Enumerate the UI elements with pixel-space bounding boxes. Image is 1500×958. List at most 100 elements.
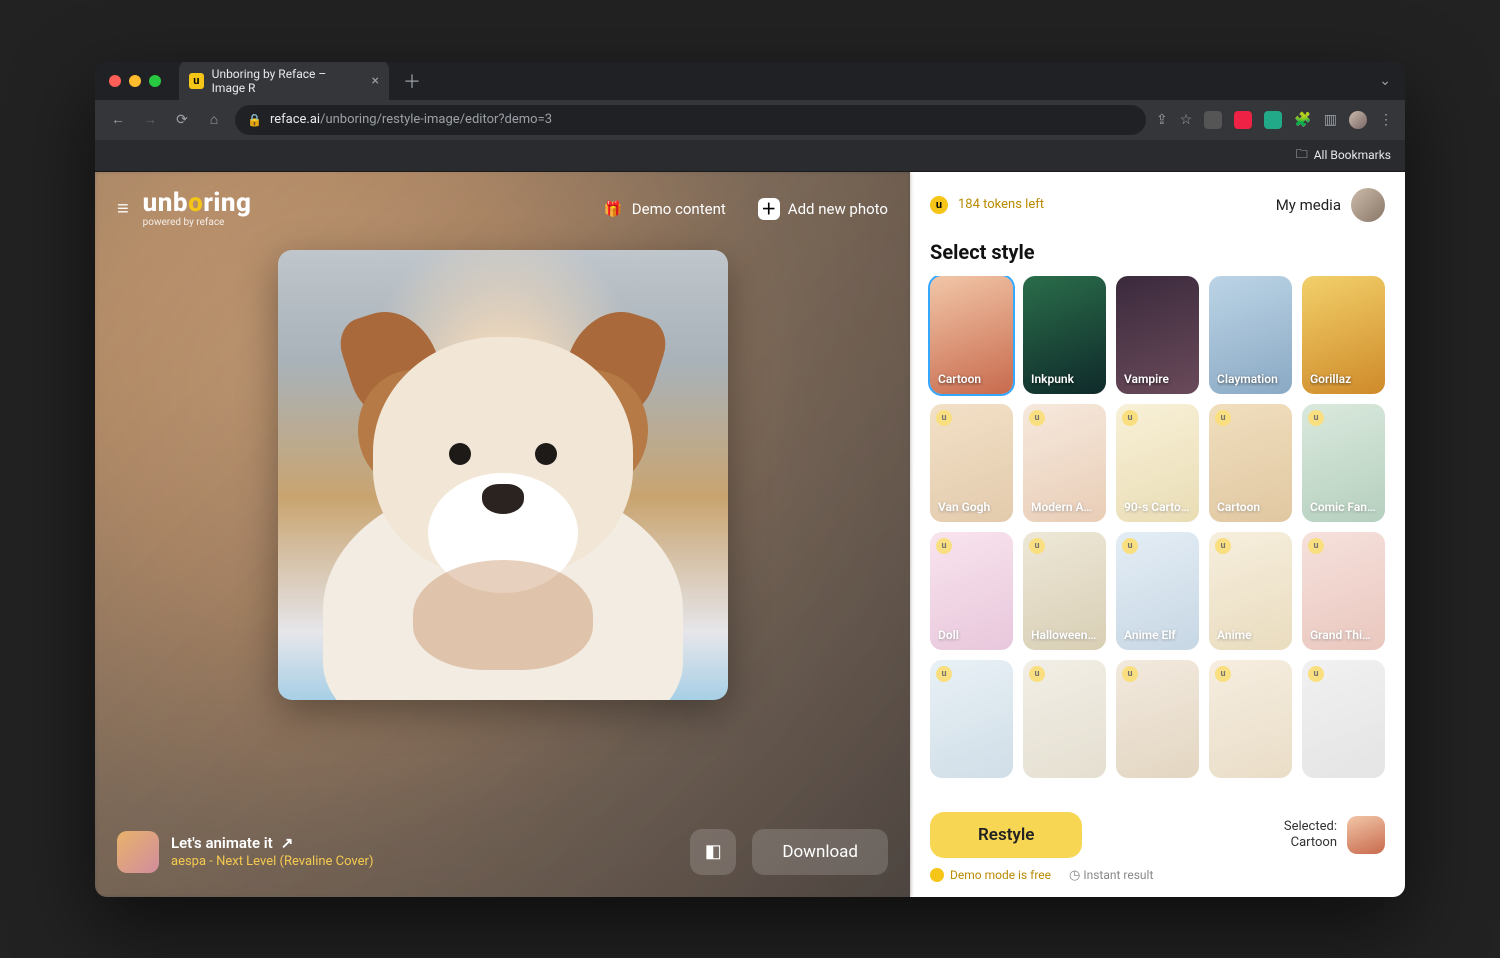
style-panel: u 184 tokens left My media Select style … <box>910 172 1405 897</box>
tokens-left[interactable]: 184 tokens left <box>958 197 1044 212</box>
style-label: Gorillaz <box>1310 372 1377 386</box>
address-bar[interactable]: 🔒 reface.ai/unboring/restyle-image/edito… <box>235 105 1146 135</box>
style-label: Cartoon <box>938 372 1005 386</box>
coin-badge-icon: u <box>936 410 952 426</box>
bookmarks-bar: 🗀 All Bookmarks <box>95 140 1405 172</box>
minimize-window-button[interactable] <box>129 75 141 87</box>
home-button[interactable]: ⌂ <box>203 111 225 128</box>
coin-badge-icon: u <box>936 666 952 682</box>
user-avatar[interactable] <box>1351 188 1385 222</box>
style-tile[interactable]: u <box>930 660 1013 778</box>
coin-badge-icon: u <box>1029 410 1045 426</box>
style-label: Vampire <box>1124 372 1191 386</box>
coin-icon <box>930 868 944 882</box>
style-label: Doll <box>938 628 1005 642</box>
style-tile[interactable]: u Doll <box>930 532 1013 650</box>
animate-card[interactable]: Let's animate it ↗ aespa - Next Level (R… <box>117 831 373 873</box>
style-tile[interactable]: uAnime Elf <box>1116 532 1199 650</box>
animate-title: Let's animate it <box>171 834 273 852</box>
token-icon: u <box>930 196 948 214</box>
editor-panel: ≡ unboring powered by reface 🎁 Demo cont… <box>95 172 910 897</box>
style-tile[interactable]: uCartoon <box>1209 404 1292 522</box>
menu-kebab-icon[interactable]: ⋮ <box>1379 112 1393 128</box>
arrow-up-right-icon: ↗ <box>281 834 294 852</box>
sidepanel-icon[interactable]: ▥ <box>1324 112 1337 128</box>
coin-badge-icon: u <box>1308 666 1324 682</box>
selected-thumb <box>1347 816 1385 854</box>
animate-track: aespa - Next Level (Revaline Cover) <box>171 854 373 869</box>
style-label: Halloween ... <box>1031 628 1098 642</box>
browser-titlebar: u Unboring by Reface – Image R × ＋ ⌄ <box>95 62 1405 100</box>
tab-title: Unboring by Reface – Image R <box>212 67 360 95</box>
coin-badge-icon: u <box>1122 538 1138 554</box>
restyle-button[interactable]: Restyle <box>930 812 1082 858</box>
coin-badge-icon: u <box>936 538 952 554</box>
extension-icon[interactable] <box>1204 111 1222 129</box>
style-tile[interactable]: Vampire <box>1116 276 1199 394</box>
selected-name: Cartoon <box>1284 835 1337 851</box>
coin-badge-icon: u <box>1122 410 1138 426</box>
selected-label: Selected: <box>1284 819 1337 835</box>
style-tile[interactable]: uComic Fan... <box>1302 404 1385 522</box>
style-label: Van Gogh <box>938 500 1005 514</box>
style-label: Comic Fan... <box>1310 500 1377 514</box>
tabs-overflow-icon[interactable]: ⌄ <box>1379 73 1391 89</box>
style-tile[interactable]: u Halloween ... <box>1023 532 1106 650</box>
style-tile[interactable]: u <box>1209 660 1292 778</box>
hamburger-icon[interactable]: ≡ <box>117 196 129 221</box>
extension-icon[interactable] <box>1264 111 1282 129</box>
reload-button[interactable]: ⟳ <box>171 112 193 128</box>
share-icon[interactable]: ⇪ <box>1156 112 1168 128</box>
style-label: Inkpunk <box>1031 372 1098 386</box>
new-tab-button[interactable]: ＋ <box>397 68 427 94</box>
all-bookmarks-link[interactable]: All Bookmarks <box>1314 148 1391 162</box>
style-tile[interactable]: uModern An... <box>1023 404 1106 522</box>
style-label: Cartoon <box>1217 500 1284 514</box>
compare-icon: ◧ <box>705 841 722 862</box>
style-tile[interactable]: Inkpunk <box>1023 276 1106 394</box>
toolbar-icons: ⇪ ☆ 🧩 ▥ ⋮ <box>1156 111 1393 129</box>
style-label: Anime <box>1217 628 1284 642</box>
style-tile[interactable]: uGrand Thie... <box>1302 532 1385 650</box>
tab-close-icon[interactable]: × <box>372 73 379 89</box>
demo-content-button[interactable]: 🎁 Demo content <box>602 198 726 220</box>
coin-badge-icon: u <box>1029 538 1045 554</box>
editor-footer: Let's animate it ↗ aespa - Next Level (R… <box>95 815 910 897</box>
folder-icon: 🗀 <box>1296 145 1308 166</box>
browser-tab[interactable]: u Unboring by Reface – Image R × <box>179 62 389 101</box>
canvas-area <box>95 246 910 815</box>
url-text: reface.ai/unboring/restyle-image/editor?… <box>270 112 552 127</box>
brand-logo[interactable]: unboring powered by reface <box>143 190 252 228</box>
result-image[interactable] <box>278 250 728 700</box>
coin-badge-icon: u <box>1215 538 1231 554</box>
style-tile[interactable]: Claymation <box>1209 276 1292 394</box>
style-header: u 184 tokens left My media <box>910 172 1405 238</box>
style-tile[interactable]: u 90-s Carto... <box>1116 404 1199 522</box>
app-content: Feedback ☺ ≡ unboring powered by reface … <box>95 172 1405 897</box>
lock-icon: 🔒 <box>247 113 262 127</box>
download-button[interactable]: Download <box>752 829 888 875</box>
style-tile[interactable]: u Anime <box>1209 532 1292 650</box>
back-button[interactable]: ← <box>107 111 129 128</box>
my-media-link[interactable]: My media <box>1276 196 1341 214</box>
forward-button[interactable]: → <box>139 111 161 128</box>
extensions-puzzle-icon[interactable]: 🧩 <box>1294 112 1311 128</box>
style-tile[interactable]: Cartoon <box>930 276 1013 394</box>
coin-badge-icon: u <box>1122 666 1138 682</box>
profile-avatar-icon[interactable] <box>1349 111 1367 129</box>
extension-icon[interactable] <box>1234 111 1252 129</box>
clock-icon: ◷ <box>1069 868 1080 883</box>
style-tile[interactable]: u <box>1302 660 1385 778</box>
style-tile[interactable]: u <box>1023 660 1106 778</box>
maximize-window-button[interactable] <box>149 75 161 87</box>
add-new-photo-button[interactable]: ＋ Add new photo <box>758 198 888 220</box>
style-tile[interactable]: u Van Gogh <box>930 404 1013 522</box>
bookmark-star-icon[interactable]: ☆ <box>1180 112 1193 128</box>
style-tile[interactable]: u <box>1116 660 1199 778</box>
styles-grid: Cartoon Inkpunk Vampire Claymation Gorillaz u… <box>910 276 1405 798</box>
compare-button[interactable]: ◧ <box>690 829 736 875</box>
browser-toolbar: ← → ⟳ ⌂ 🔒 reface.ai/unboring/restyle-ima… <box>95 100 1405 140</box>
style-label: 90-s Carto... <box>1124 500 1191 514</box>
close-window-button[interactable] <box>109 75 121 87</box>
style-tile[interactable]: Gorillaz <box>1302 276 1385 394</box>
